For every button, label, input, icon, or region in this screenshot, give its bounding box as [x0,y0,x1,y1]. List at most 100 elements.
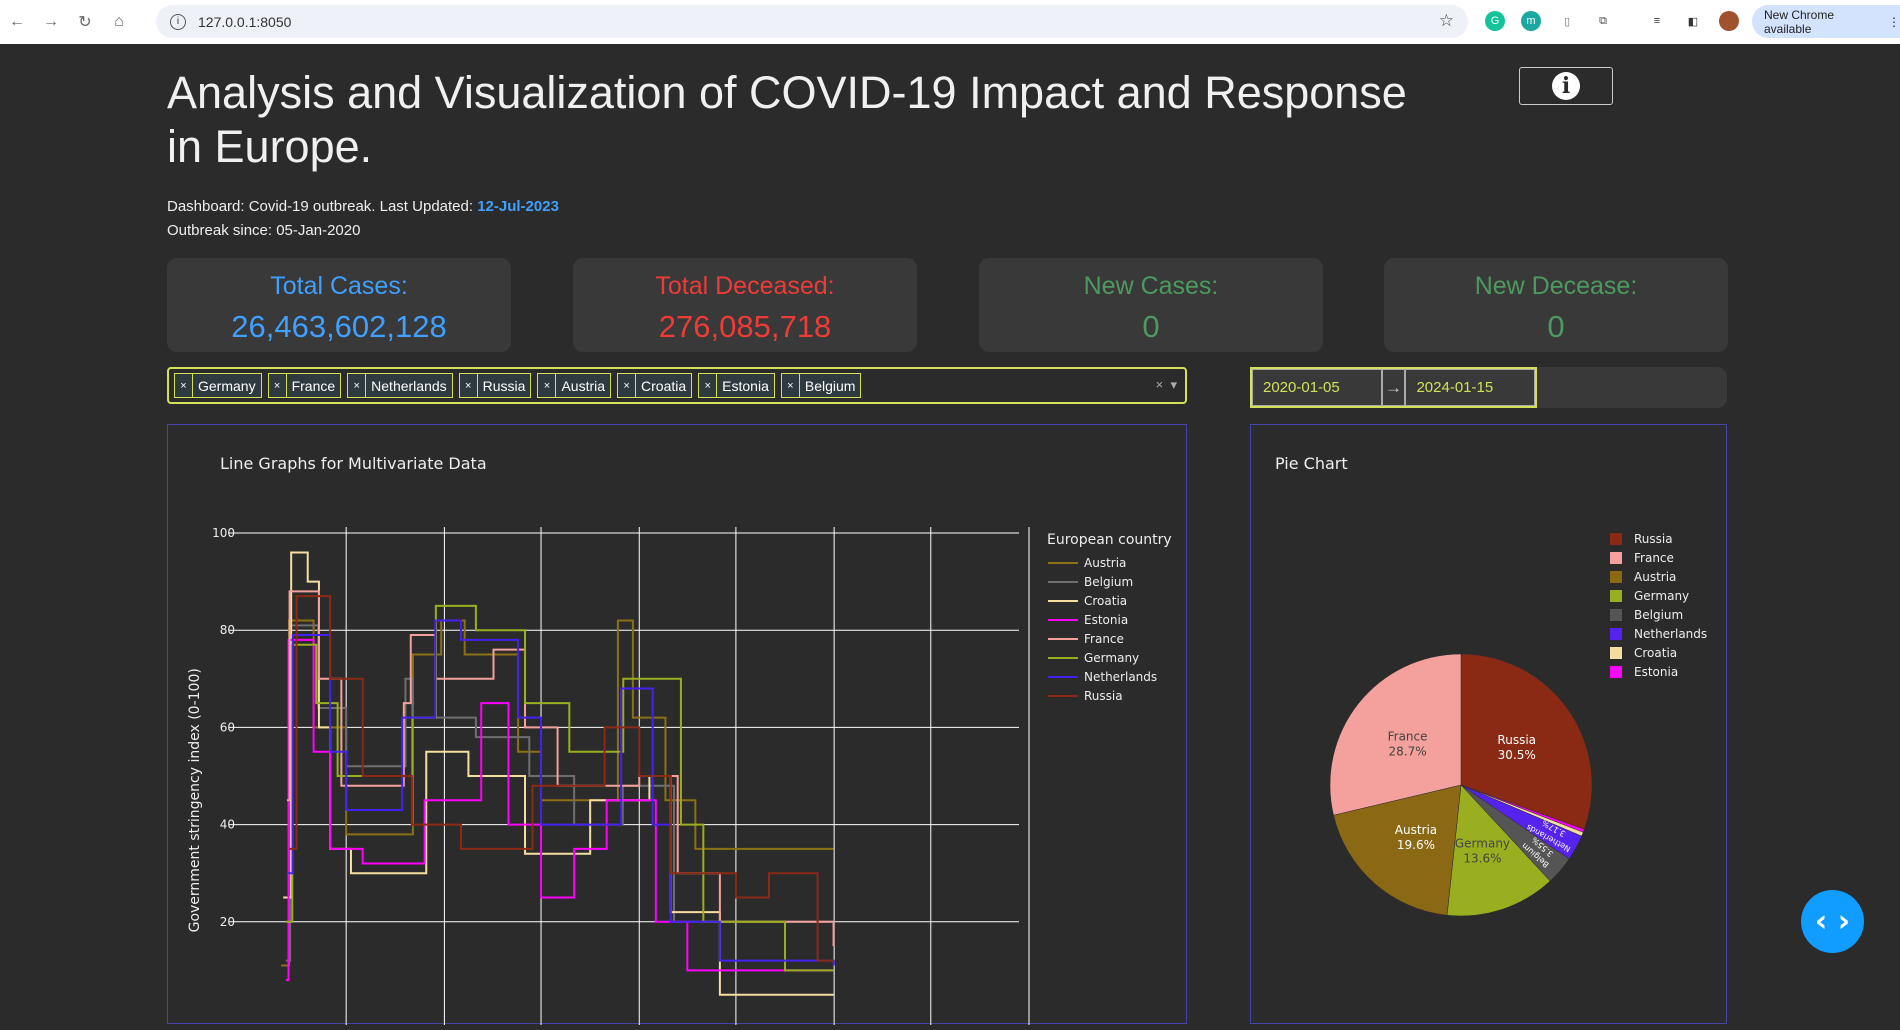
legend-item: Russia [1634,532,1673,546]
clear-all-icon[interactable]: × [1156,377,1164,392]
side-panel-icon[interactable]: ◧ [1683,11,1703,31]
slice-name: Germany [1455,837,1510,851]
last-updated-date: 12-Jul-2023 [477,198,559,215]
end-date-input[interactable]: 2024-01-15 [1405,369,1536,406]
country-tag: × Germany [174,373,262,398]
legend-title: European country [1047,532,1172,548]
legend-item: Netherlands [1634,627,1707,641]
remove-tag-icon[interactable]: × [538,374,557,397]
series-line-austria [281,619,834,967]
legend-swatch [1610,666,1622,678]
document-extension-icon[interactable]: ▯ [1557,11,1577,31]
stat-card: Total Cases: 26,463,602,128 [167,258,511,352]
country-multiselect[interactable]: × Germany × France × Netherlands × Russia × Austr… [167,367,1187,404]
remove-tag-icon[interactable]: × [460,374,478,397]
tag-label: France [291,377,336,394]
series-line-france [286,590,835,947]
remove-tag-icon[interactable]: × [699,374,718,397]
outbreak-since: Outbreak since: 05-Jan-2020 [167,222,361,239]
tag-label: Belgium [804,377,856,394]
slice-percent: 13.6% [1463,852,1501,866]
country-tag: × Estonia [698,373,775,398]
country-tag: × Belgium [780,373,862,398]
new-chrome-available-button[interactable]: New Chrome available ⋮ [1752,5,1900,38]
grammarly-extension-icon[interactable]: G [1485,11,1505,31]
url-text: 127.0.0.1:8050 [198,13,292,30]
y-tick-label: 40 [220,818,235,832]
legend-swatch [1610,609,1622,621]
arrow-right-icon: → [1381,369,1406,406]
stat-value: 0 [1142,309,1160,344]
legend-item: Croatia [1634,646,1677,660]
remove-tag-icon[interactable]: × [782,374,800,397]
stat-label: Total Cases: [270,272,408,300]
country-tag: × Netherlands [347,373,453,398]
pie-chart: Pie ChartRussia30.5%Netherlands3.17%Belg… [1275,454,1707,917]
country-tag: × France [267,373,342,398]
start-date-input[interactable]: 2020-01-05 [1252,369,1382,406]
legend-item: Austria [1084,556,1126,570]
media-queue-icon[interactable]: ≡ [1647,11,1667,31]
legend-swatch [1610,552,1622,564]
remove-tag-icon[interactable]: × [348,374,367,397]
tag-label: Estonia [722,377,769,394]
legend-item: Estonia [1084,613,1128,627]
line-chart-panel: Line Graphs for Multivariate Data 20 40 60 8… [167,424,1187,1025]
legend-item: France [1084,632,1124,646]
profile-avatar[interactable] [1719,11,1739,31]
stat-label: New Decease: [1474,272,1638,300]
home-icon[interactable]: ⌂ [102,13,136,31]
date-range-picker: 2020-01-05 → 2024-01-15 [1250,367,1537,408]
dashboard-label: Dashboard: Covid-19 outbreak. Last Updat… [167,198,478,215]
stat-card: New Decease: 0 [1384,258,1728,352]
slice-label: Russia30.5% [1497,733,1536,762]
stat-card: New Cases: 0 [979,258,1323,352]
y-tick-label: 100 [212,526,235,540]
chevron-down-icon[interactable]: ▾ [1170,377,1177,392]
legend-swatch [1610,647,1622,659]
forward-icon[interactable]: → [34,13,68,31]
y-tick-label: 80 [220,623,235,637]
country-tag: × Austria [537,373,612,398]
legend-item: Austria [1634,570,1676,584]
bookmark-star-icon[interactable]: ☆ [1439,11,1454,31]
legend-item: France [1634,551,1674,565]
remove-tag-icon[interactable]: × [618,374,637,397]
address-bar[interactable]: i 127.0.0.1:8050 ☆ [156,5,1468,38]
tag-label: Austria [561,377,606,394]
legend-item: Croatia [1084,594,1127,608]
stat-label: New Cases: [1083,272,1219,300]
series-line-belgium [285,624,835,962]
legend-item: Netherlands [1084,670,1157,684]
reload-icon[interactable]: ↻ [68,12,102,32]
date-range-container: 2020-01-05 → 2024-01-15 [1250,367,1727,408]
browser-toolbar: ← → ↻ ⌂ i 127.0.0.1:8050 ☆ G m ▯ ⧉ ≡ ◧ N… [0,0,1900,44]
legend-swatch [1610,533,1622,545]
stat-value: 0 [1547,309,1565,344]
extension-m-icon[interactable]: m [1521,11,1541,31]
site-info-icon[interactable]: i [170,13,186,30]
code-toggle-button[interactable]: ‹ › [1801,890,1864,953]
slice-percent: 19.6% [1397,838,1435,852]
tag-label: Germany [198,377,256,394]
back-icon[interactable]: ← [0,13,34,31]
remove-tag-icon[interactable]: × [269,374,287,397]
y-tick-label: 60 [220,720,235,734]
country-tag: × Croatia [617,373,693,398]
series-line-netherlands [286,619,835,966]
slice-label: France28.7% [1388,730,1428,759]
slice-percent: 28.7% [1389,745,1427,759]
new-chrome-label: New Chrome available [1764,7,1835,36]
legend-item: Belgium [1634,608,1683,622]
slice-label: Austria19.6% [1395,823,1437,852]
stat-value: 26,463,602,128 [231,309,447,344]
legend-swatch [1610,571,1622,583]
legend-item: Germany [1634,589,1689,603]
legend-swatch [1610,628,1622,640]
y-tick-label: 20 [220,915,235,929]
slice-percent: 30.5% [1498,748,1536,762]
remove-tag-icon[interactable]: × [175,374,193,397]
info-button[interactable]: i [1519,67,1613,105]
extensions-puzzle-icon[interactable]: ⧉ [1593,11,1613,31]
chart-title: Line Graphs for Multivariate Data [220,454,487,473]
